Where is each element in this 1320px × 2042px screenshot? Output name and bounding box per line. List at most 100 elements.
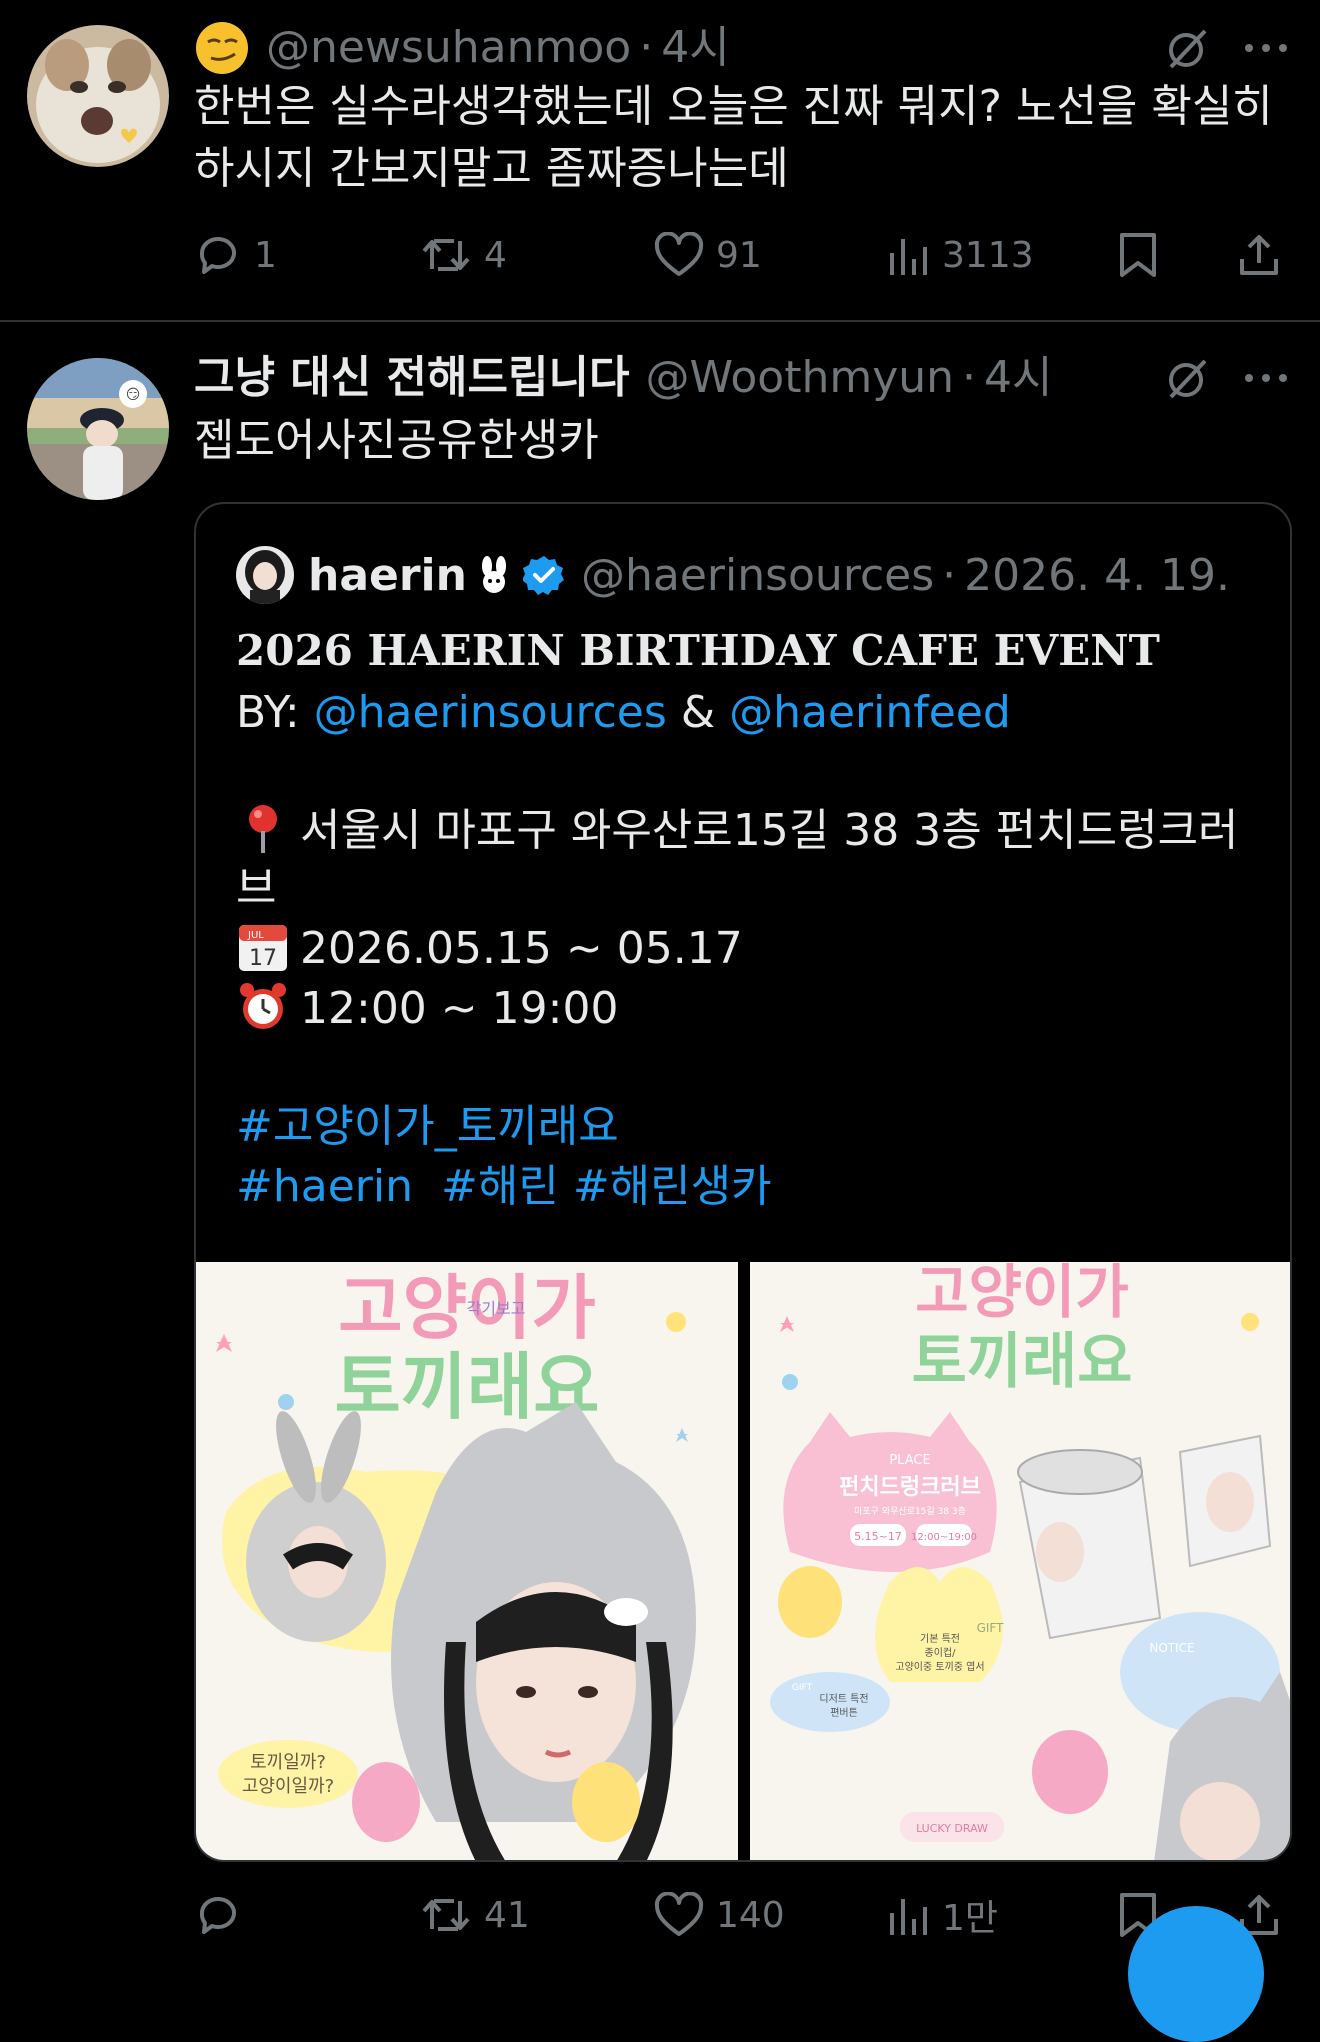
post-text-line-2: 하시지 간보지말고 좀짜증나는데 <box>194 143 789 194</box>
action-bar: 41 140 1만 <box>0 1880 1320 1950</box>
poster-right-title-bottom: 토끼래요 <box>912 1327 1133 1397</box>
user-handle[interactable]: @Woothmyun <box>645 348 954 408</box>
poster-place-label: PLACE <box>889 1453 930 1468</box>
bookmark-button[interactable] <box>1118 220 1158 290</box>
repost-icon <box>422 1899 470 1931</box>
time-range: 12:00 ~ 19:00 <box>300 983 619 1034</box>
views-button[interactable]: 3113 <box>886 220 1034 290</box>
like-count: 91 <box>716 234 762 276</box>
svg-text:😏: 😏 <box>126 387 141 403</box>
quoted-post[interactable]: haerin @haerinsources · 2026. 4. 19. 202… <box>194 502 1292 1862</box>
share-icon <box>1240 235 1278 275</box>
display-name[interactable]: 그냥 대신 전해드립니다 <box>194 348 629 408</box>
poster-gift2-desc-1: 디저트 특전 <box>819 1693 868 1705</box>
more-options-icon[interactable] <box>1236 18 1296 78</box>
separator-dot: · <box>639 22 654 73</box>
user-handle[interactable]: @newsuhanmoo <box>266 18 631 78</box>
poster-gift-desc-1: 기본 특전 <box>920 1633 960 1645</box>
poster-bubble-1: 토끼일까? <box>250 1752 326 1773</box>
heart-icon <box>654 1892 704 1936</box>
quoted-display-name[interactable]: haerin <box>308 550 467 601</box>
compose-button[interactable] <box>1128 1906 1264 2042</box>
poster-date: 5.15~17 <box>854 1530 902 1543</box>
avatar-haerin[interactable] <box>236 546 294 604</box>
smirk-emoji-icon <box>196 22 248 74</box>
grok-icon[interactable] <box>1158 348 1218 408</box>
views-button[interactable]: 1만 <box>886 1880 998 1950</box>
mention-haerinfeed[interactable]: @haerinfeed <box>729 687 1011 738</box>
poster-lucky: LUCKY DRAW <box>916 1822 988 1835</box>
repost-icon <box>422 239 470 271</box>
hashtag-haerin-kr[interactable]: #해린 <box>441 1161 559 1212</box>
reply-icon <box>199 237 236 274</box>
poster-notice: NOTICE <box>1149 1641 1194 1655</box>
poster-gift2-desc-2: 편버튼 <box>830 1707 858 1719</box>
post-text: 젭도어사진공유한생카 <box>194 415 599 466</box>
poster-image-left[interactable]: 고양이가 각기보고 토끼래요 토끼일까? 고양이일까? <box>196 1262 738 1860</box>
views-icon <box>890 1899 927 1935</box>
location-text-1: 서울시 마포구 와우산로15길 38 3층 펀치드렁크러 <box>300 805 1239 856</box>
repost-button[interactable]: 4 <box>420 220 507 290</box>
location-line: 서울시 마포구 와우산로15길 38 3층 펀치드렁크러 <box>236 800 1239 862</box>
event-title: 2026 HAERIN BIRTHDAY CAFE EVENT <box>236 626 1160 675</box>
poster-gift-desc-2: 종이컵/ <box>925 1646 957 1659</box>
poster-place-addr: 마포구 와우산로15길 38 3층 <box>854 1505 966 1517</box>
time-line: 12:00 ~ 19:00 <box>236 978 618 1040</box>
reply-button[interactable] <box>194 1880 254 1950</box>
post-text: 한번은 실수라생각했는데 오늘은 진짜 뭐지? 노선을 확실히 하시지 간보지말… <box>194 76 1294 200</box>
poster-right-title-top: 고양이가 <box>915 1262 1128 1326</box>
action-bar: 1 4 91 3113 <box>0 220 1320 290</box>
hashtag-line-1[interactable]: #고양이가_토끼래요 <box>236 1096 619 1158</box>
repost-button[interactable]: 41 <box>420 1880 530 1950</box>
pin-emoji-icon <box>249 805 277 853</box>
avatar-cat[interactable] <box>27 25 169 167</box>
grok-icon[interactable] <box>1158 18 1218 78</box>
quoted-post-header: haerin @haerinsources · 2026. 4. 19. <box>236 540 1230 610</box>
share-button[interactable] <box>1236 220 1282 290</box>
reply-count: 1 <box>254 234 277 276</box>
hashtag-haerin[interactable]: #haerin <box>236 1161 413 1212</box>
by-line: BY: @haerinsources & @haerinfeed <box>236 682 1011 744</box>
post-newsuhanmoo[interactable]: @newsuhanmoo · 4시 한번은 실수라생각했는데 오늘은 진짜 뭐지… <box>0 0 1320 320</box>
post-text-line-1: 한번은 실수라생각했는데 오늘은 진짜 뭐지? 노선을 확실히 <box>194 81 1273 132</box>
quoted-handle[interactable]: @haerinsources <box>581 550 934 601</box>
poster-gift-desc-3: 고양이중 토끼중 엽서 <box>895 1661 984 1673</box>
like-button[interactable]: 91 <box>654 220 762 290</box>
reply-button[interactable]: 1 <box>194 220 277 290</box>
reply-icon <box>199 1897 236 1934</box>
calendar-emoji-icon: JUL 17 <box>239 925 287 971</box>
rabbit-emoji-icon <box>481 556 506 593</box>
poster-gift-2: GIFT <box>792 1683 813 1693</box>
svg-text:17: 17 <box>249 946 277 971</box>
post-header: 그냥 대신 전해드립니다 @Woothmyun · 4시 <box>194 348 1053 408</box>
repost-count: 41 <box>484 1894 530 1936</box>
views-count: 1만 <box>942 1898 999 1939</box>
location-line-2: 브 <box>236 863 277 914</box>
poster-time: 12:00~19:00 <box>911 1532 977 1543</box>
poster-sub: 각기보고 <box>467 1299 526 1318</box>
poster-image-right[interactable]: 고양이가 토끼래요 PLACE 펀치드렁크러브 마포구 와우산로15길 38 3… <box>750 1262 1290 1860</box>
date-range: 2026.05.15 ~ 05.17 <box>300 923 743 974</box>
separator-dot: · <box>962 352 977 403</box>
separator-dot: · <box>942 549 957 601</box>
heart-icon <box>654 232 704 276</box>
quoted-date[interactable]: 2026. 4. 19. <box>964 550 1230 601</box>
hashtag-haerin-cafe[interactable]: #해린생카 <box>573 1161 772 1212</box>
post-header: @newsuhanmoo · 4시 <box>194 18 730 78</box>
alarm-clock-emoji-icon <box>240 983 286 1029</box>
by-label: BY: <box>236 687 300 738</box>
mention-haerinsources[interactable]: @haerinsources <box>314 687 667 738</box>
post-time[interactable]: 4시 <box>984 348 1052 408</box>
poster-bubble-2: 고양이일까? <box>242 1776 334 1797</box>
poster-gift: GIFT <box>977 1621 1005 1635</box>
like-count: 140 <box>716 1894 785 1936</box>
ampersand: & <box>680 687 716 738</box>
avatar-woothmyun[interactable]: 😏 <box>27 358 169 500</box>
views-count: 3113 <box>942 234 1034 276</box>
bookmark-icon <box>1120 233 1156 277</box>
poster-place: 펀치드렁크러브 <box>839 1475 981 1500</box>
more-options-icon[interactable] <box>1236 348 1296 408</box>
like-button[interactable]: 140 <box>654 1880 785 1950</box>
hashtag-line-2: #haerin #해린 #해린생카 <box>236 1156 772 1218</box>
post-time[interactable]: 4시 <box>661 18 729 78</box>
